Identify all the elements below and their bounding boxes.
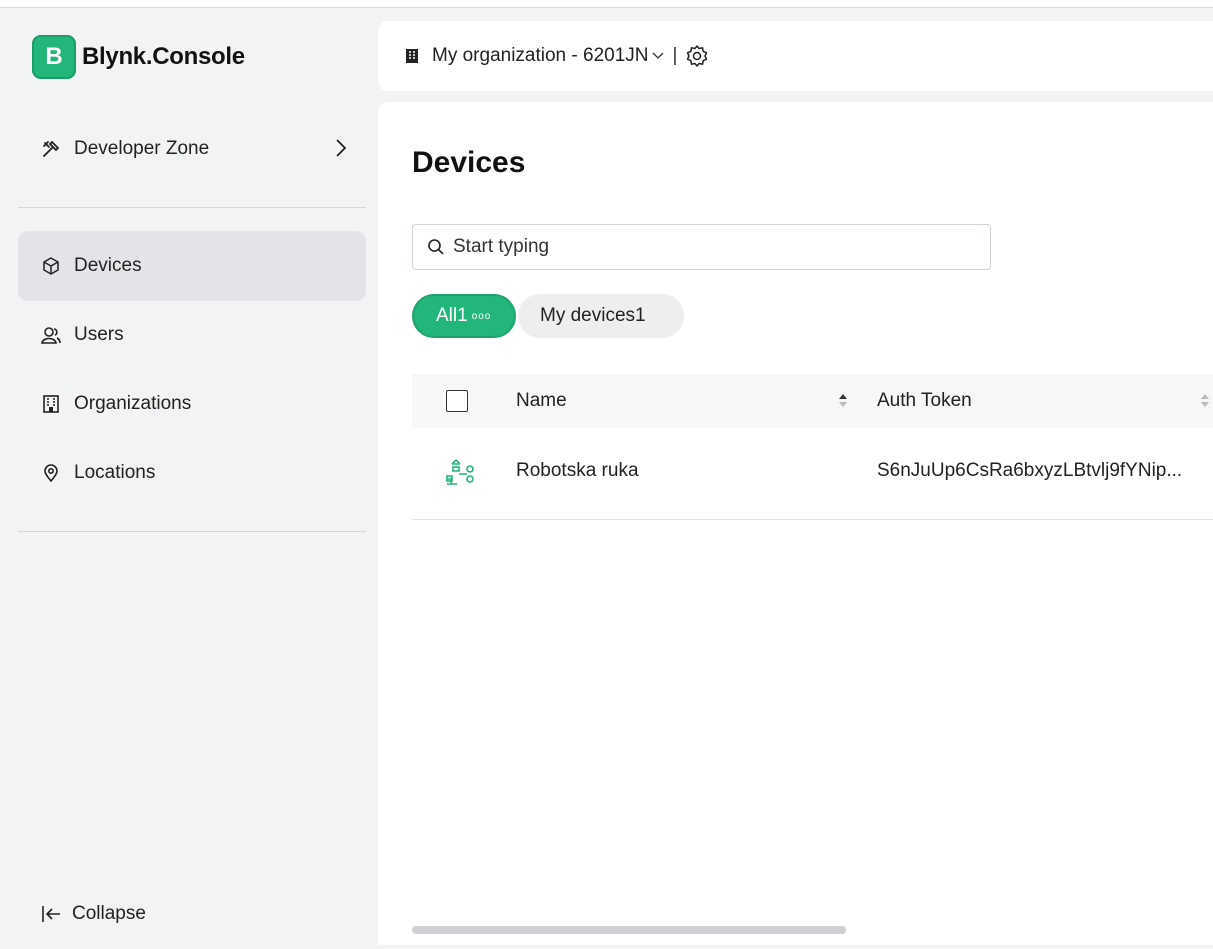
header-separator: |	[672, 45, 678, 66]
organization-selector[interactable]: My organization - 6201JN	[432, 45, 665, 67]
collapse-label: Collapse	[72, 903, 146, 924]
search-icon	[427, 238, 445, 256]
sidebar-item-devices[interactable]: Devices	[18, 231, 366, 301]
column-header-name[interactable]: Name	[516, 390, 567, 412]
sidebar-divider	[18, 207, 366, 208]
users-icon	[40, 324, 62, 346]
sidebar-item-label: Users	[74, 324, 124, 345]
filter-all-label: All1	[436, 305, 468, 326]
gear-icon[interactable]	[685, 44, 709, 68]
chevron-right-icon	[334, 138, 348, 164]
more-dots-icon: ooo	[471, 310, 492, 322]
column-header-auth-token[interactable]: Auth Token	[877, 390, 972, 412]
page-title: Devices	[412, 146, 526, 179]
device-auth-token[interactable]: S6nJuUp6CsRa6bxyzLBtvlj9fYNip...	[877, 460, 1182, 482]
select-all-checkbox[interactable]	[446, 390, 468, 412]
horizontal-scrollbar[interactable]	[412, 926, 846, 934]
building-icon	[404, 47, 422, 65]
device-name[interactable]: Robotska ruka	[516, 460, 639, 482]
sidebar: B Blynk.Console Developer Zone Devices U…	[0, 9, 378, 945]
cube-icon	[40, 255, 62, 277]
sidebar-item-developer-zone[interactable]: Developer Zone	[18, 114, 366, 184]
tools-icon	[40, 138, 62, 160]
sidebar-item-locations[interactable]: Locations	[18, 438, 366, 508]
search-input[interactable]	[453, 236, 973, 258]
filter-my-devices-label: My devices1	[540, 305, 646, 326]
chevron-down-icon	[651, 51, 665, 61]
window-top-edge	[0, 0, 1213, 8]
sidebar-item-label: Organizations	[74, 393, 192, 414]
sort-icon[interactable]	[838, 392, 848, 411]
sidebar-divider	[18, 531, 366, 532]
filter-my-devices-chip[interactable]: My devices1	[518, 294, 684, 338]
search-box[interactable]	[412, 224, 991, 270]
sidebar-item-label: Devices	[74, 255, 142, 276]
logo-badge: B	[32, 35, 76, 79]
table-header: Name Auth Token	[412, 374, 1213, 428]
location-pin-icon	[40, 462, 62, 484]
main-content: Devices All1 ooo My devices1 Name Auth T…	[378, 102, 1213, 945]
filter-all-chip[interactable]: All1 ooo	[412, 294, 516, 338]
collapse-button[interactable]: Collapse	[18, 879, 146, 949]
sidebar-item-label: Locations	[74, 462, 156, 483]
organization-name: My organization - 6201JN	[432, 45, 649, 66]
building-icon	[40, 393, 62, 415]
table-row[interactable]: Robotska ruka S6nJuUp6CsRa6bxyzLBtvlj9fY…	[412, 428, 1213, 520]
device-template-icon	[442, 456, 478, 492]
sort-icon[interactable]	[1200, 392, 1210, 411]
sidebar-item-label: Developer Zone	[74, 138, 210, 159]
sidebar-item-organizations[interactable]: Organizations	[18, 369, 366, 439]
logo-text: Blynk.Console	[82, 43, 245, 70]
organization-bar: My organization - 6201JN |	[378, 21, 1213, 91]
sidebar-item-users[interactable]: Users	[18, 300, 366, 370]
collapse-arrow-icon	[40, 903, 62, 925]
logo[interactable]: B Blynk.Console	[32, 35, 245, 79]
